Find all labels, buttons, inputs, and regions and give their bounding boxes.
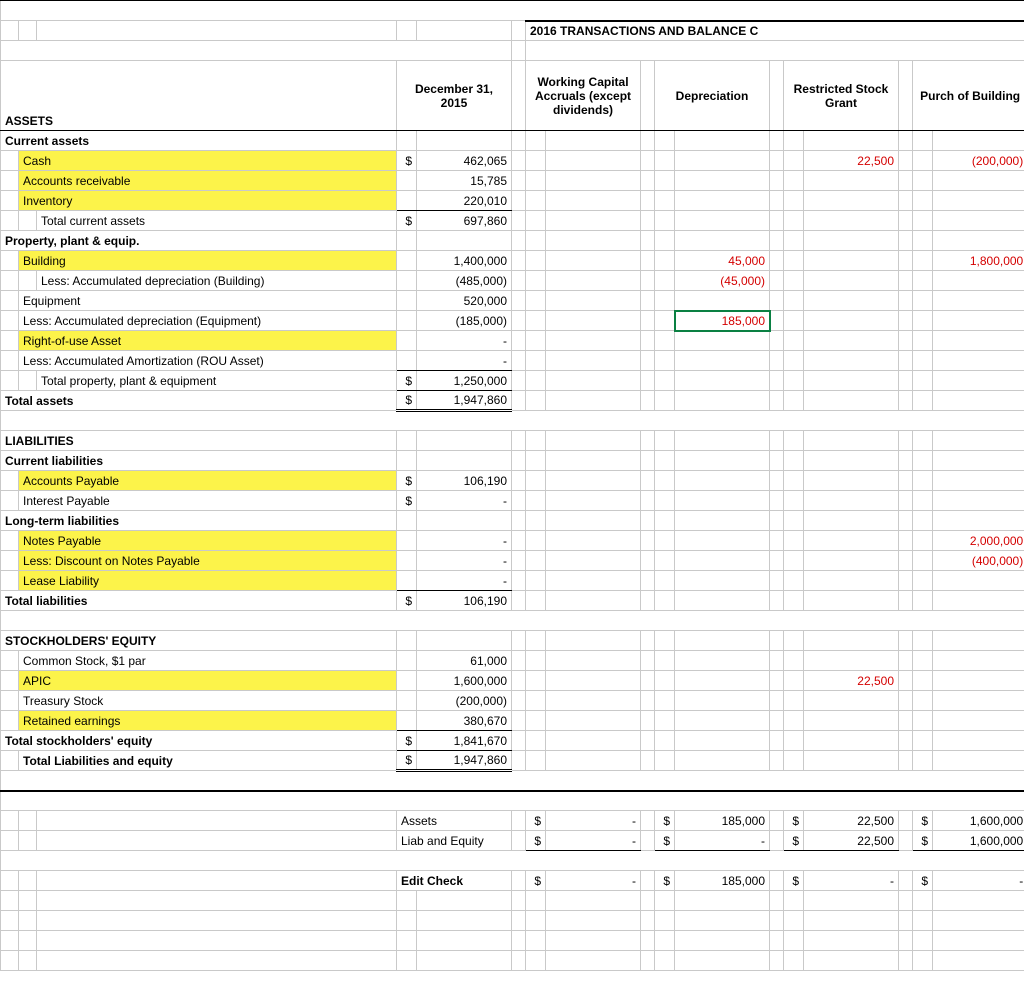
row-ppe: Property, plant & equip. <box>1 231 397 251</box>
hdr-dep: Depreciation <box>655 61 770 131</box>
row-apic[interactable]: APIC 1,600,000 22,500 <box>1 671 1024 691</box>
divider-top <box>1 1 1024 21</box>
row-building[interactable]: Building 1,400,000 45,000 1,800,000 <box>1 251 1024 271</box>
hdr-rsg: Restricted Stock Grant <box>784 61 899 131</box>
row-tppe[interactable]: Total property, plant & equipment $1,250… <box>1 371 1024 391</box>
row-adbld[interactable]: Less: Accumulated depreciation (Building… <box>1 271 1024 291</box>
foot-assets[interactable]: Assets $- $185,000 $22,500 $1,600,000 <box>1 811 1024 831</box>
row-rou[interactable]: Right-of-use Asset - <box>1 331 1024 351</box>
row-current-assets: Current assets <box>1 131 397 151</box>
row-ap[interactable]: Accounts Payable $106,190 <box>1 471 1024 491</box>
row-cash[interactable]: Cash $462,065 22,500 (200,000) <box>1 151 1024 171</box>
row-np[interactable]: Notes Payable - 2,000,000 <box>1 531 1024 551</box>
row-cs[interactable]: Common Stock, $1 par 61,000 <box>1 651 1024 671</box>
foot-liab[interactable]: Liab and Equity $- $- $22,500 $1,600,000 <box>1 831 1024 851</box>
hdr-dec: December 31, 2015 <box>397 61 512 131</box>
row-ip[interactable]: Interest Payable $- <box>1 491 1024 511</box>
row-inv[interactable]: Inventory 220,010 <box>1 191 1024 211</box>
spreadsheet[interactable]: 2016 TRANSACTIONS AND BALANCE C ASSETS D… <box>0 0 1024 971</box>
row-ll[interactable]: Lease Liability - <box>1 571 1024 591</box>
row-adeq[interactable]: Less: Accumulated depreciation (Equipmen… <box>1 311 1024 331</box>
hdr-assets: ASSETS <box>1 61 397 131</box>
row-ts[interactable]: Treasury Stock (200,000) <box>1 691 1024 711</box>
row-dnp[interactable]: Less: Discount on Notes Payable - (400,0… <box>1 551 1024 571</box>
row-tse[interactable]: Total stockholders' equity $1,841,670 <box>1 731 1024 751</box>
row-eq[interactable]: Equipment 520,000 <box>1 291 1024 311</box>
selected-cell[interactable]: 185,000 <box>675 311 770 331</box>
hdr-pob: Purch of Building <box>913 61 1024 131</box>
hdr-wc: Working Capital Accruals (except dividen… <box>526 61 641 131</box>
row-tle[interactable]: Total Liabilities and equity $1,947,860 <box>1 751 1024 771</box>
row-ar[interactable]: Accounts receivable 15,785 <box>1 171 1024 191</box>
row-se: STOCKHOLDERS' EQUITY <box>1 631 397 651</box>
row-cl: Current liabilities <box>1 451 397 471</box>
row-tl[interactable]: Total liabilities $106,190 <box>1 591 1024 611</box>
row-total-assets[interactable]: Total assets $1,947,860 <box>1 391 1024 411</box>
foot-edit-check[interactable]: Edit Check $- $185,000 $- $- <box>1 871 1024 891</box>
row-re[interactable]: Retained earnings 380,670 <box>1 711 1024 731</box>
row-adam[interactable]: Less: Accumulated Amortization (ROU Asse… <box>1 351 1024 371</box>
row-tca[interactable]: Total current assets $697,860 <box>1 211 1024 231</box>
title-2016: 2016 TRANSACTIONS AND BALANCE C <box>526 21 1024 41</box>
row-ltl: Long-term liabilities <box>1 511 397 531</box>
row-liab: LIABILITIES <box>1 431 397 451</box>
